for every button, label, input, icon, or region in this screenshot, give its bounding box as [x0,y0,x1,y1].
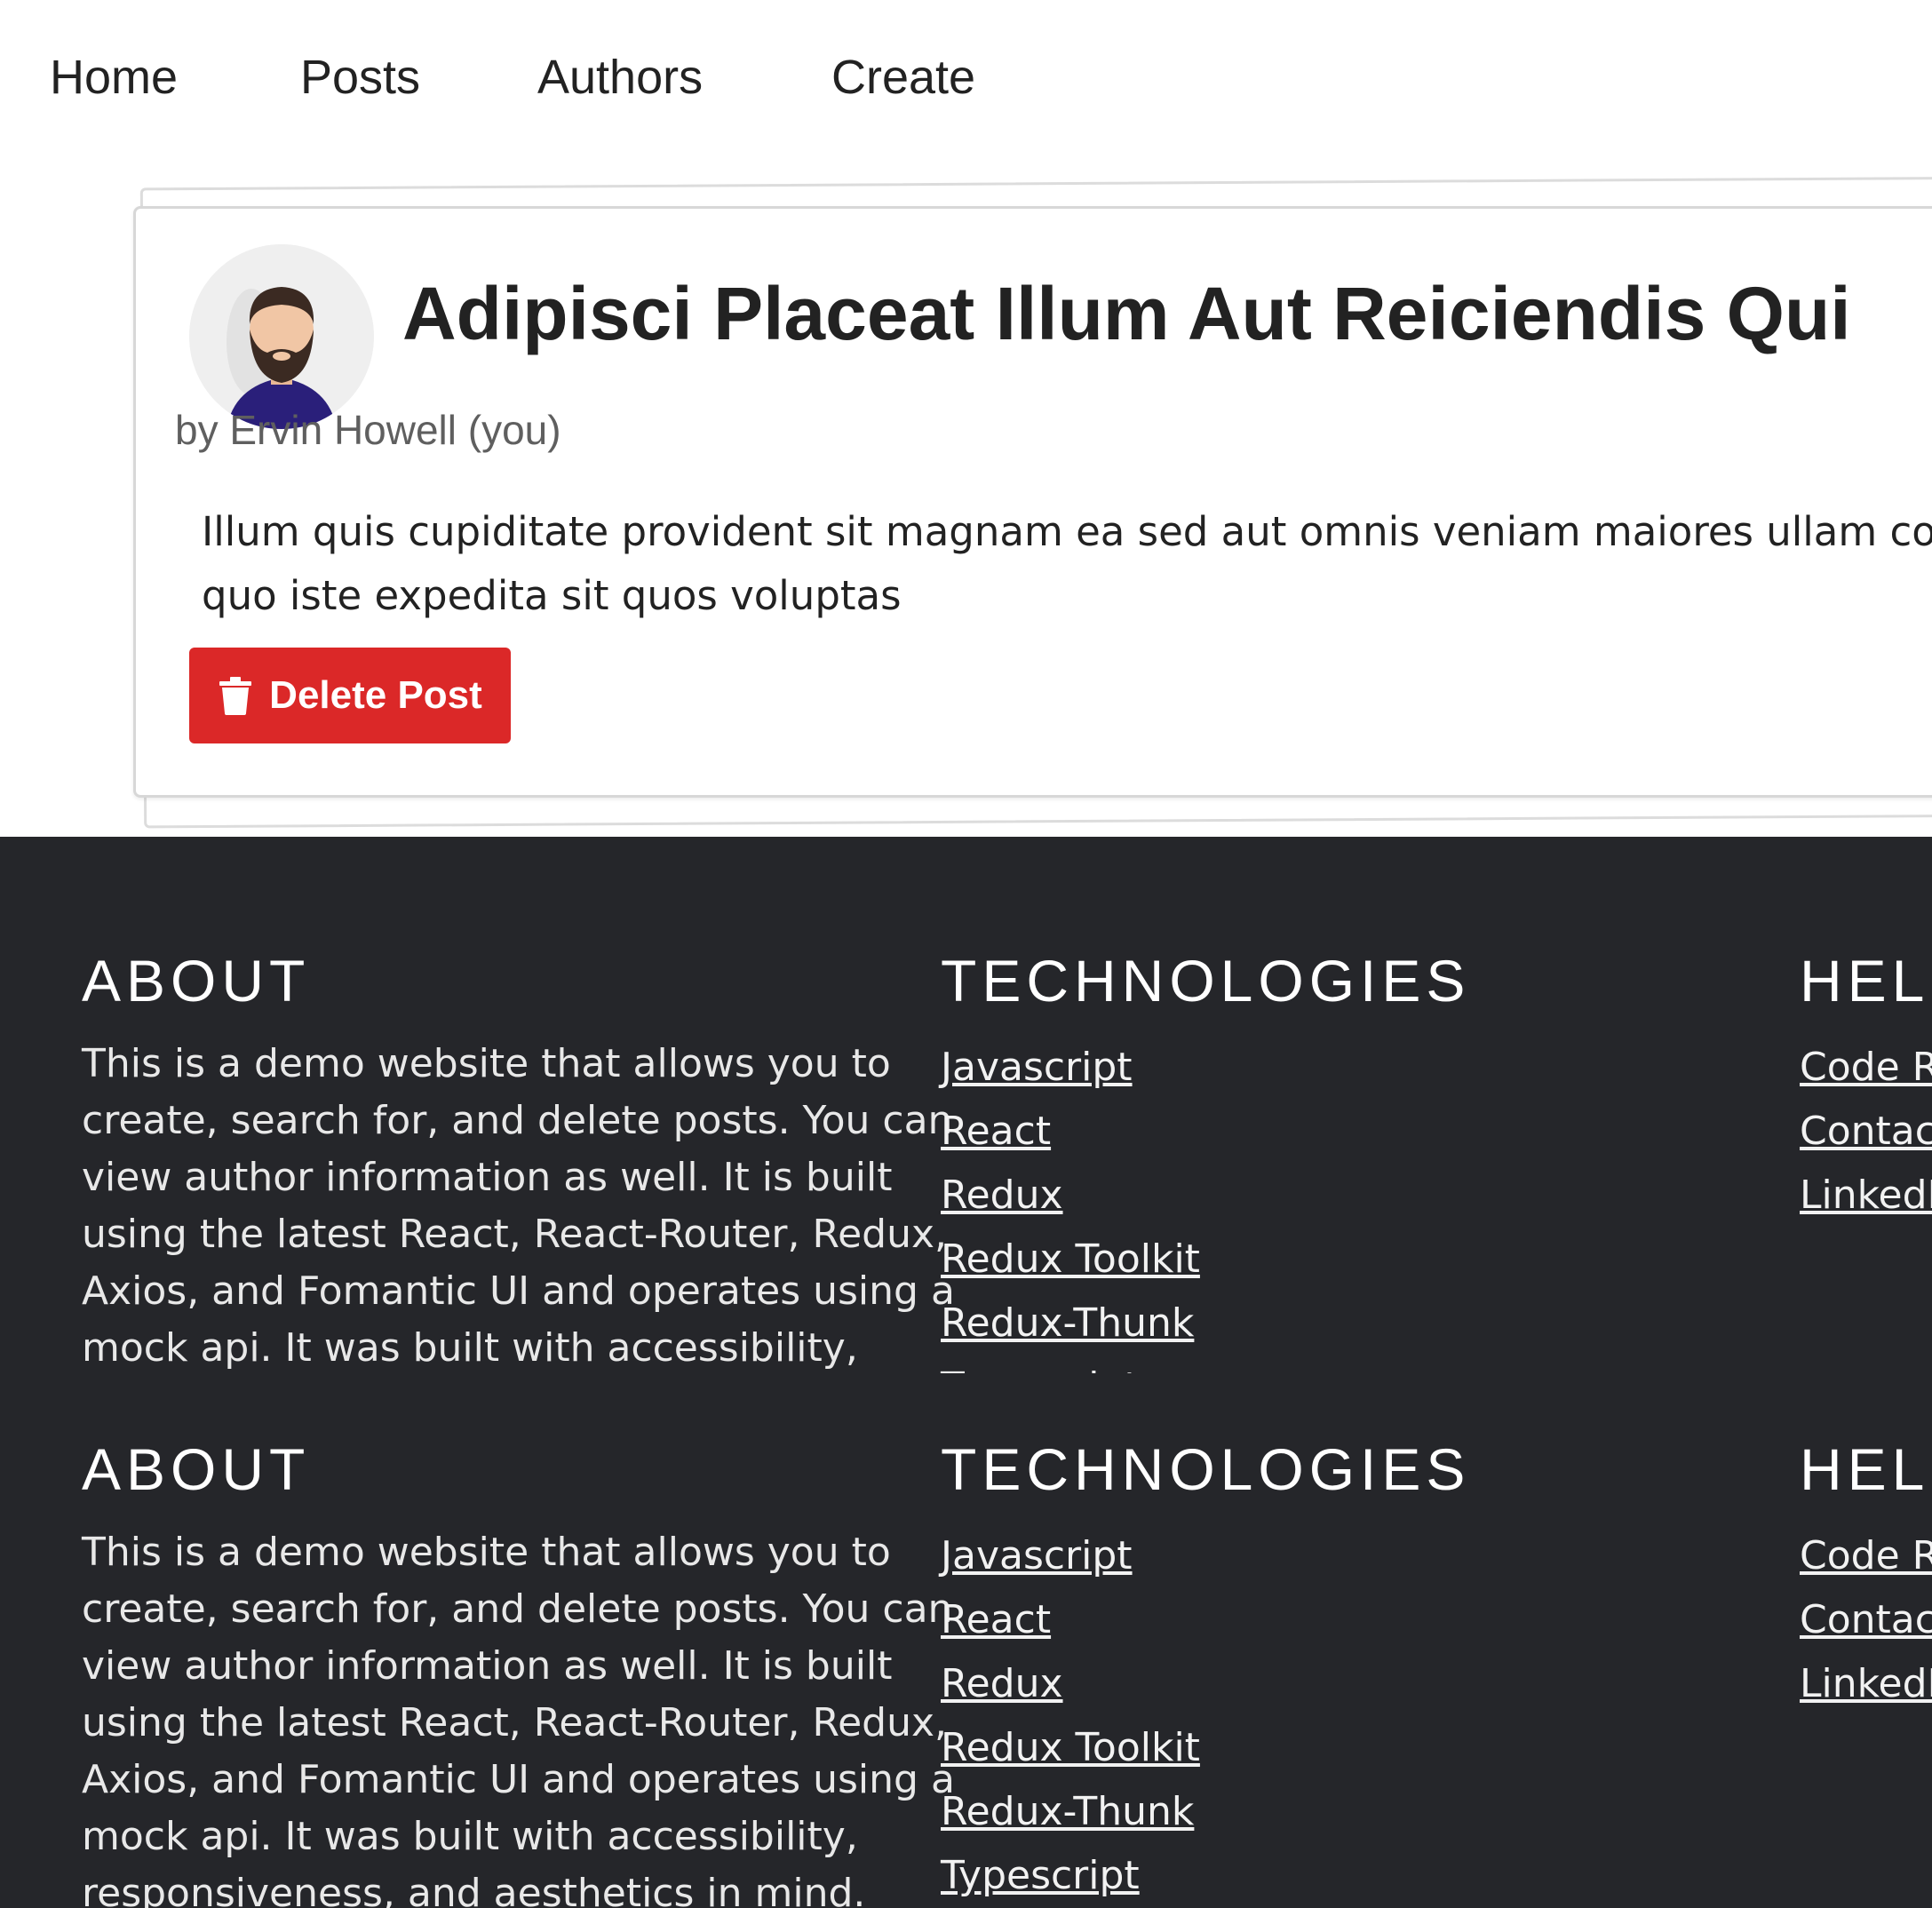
about-line: create, search for, and delete posts. Yo… [82,1098,953,1143]
help-link-contact[interactable]: Contact [1800,1100,1932,1164]
trash-icon [219,677,252,715]
footer-about-heading: ABOUT [82,1436,311,1502]
footer-about-heading: ABOUT [82,948,311,1014]
tech-link-redux[interactable]: Redux [941,1652,1651,1716]
about-line: create, search for, and delete posts. Yo… [82,1586,953,1632]
tech-link-redux-thunk[interactable]: Redux-Thunk [941,1780,1651,1844]
footer-about-text: This is a demo website that allows you t… [82,1524,955,1908]
footer-help-heading: HELP [1800,1436,1932,1502]
top-nav: Home Posts Authors Create [0,0,1932,151]
about-line: mock api. It was built with accessibilit… [82,1814,858,1859]
tech-link-javascript[interactable]: Javascript [941,1036,1651,1100]
tech-link-redux-toolkit[interactable]: Redux Toolkit [941,1228,1651,1292]
help-link-linkedin[interactable]: LinkedIn [1800,1652,1932,1716]
bearded-man-icon [189,244,374,429]
footer: ABOUT This is a demo website that allows… [0,837,1932,1908]
tech-link-react[interactable]: React [941,1100,1651,1164]
footer-about-text: This is a demo website that allows you t… [82,1036,955,1373]
nav-home[interactable]: Home [50,50,178,105]
post-body-line: Illum quis cupiditate provident sit magn… [202,508,1932,555]
about-line: This is a demo website that allows you t… [82,1041,891,1086]
about-line: using the latest React, React-Router, Re… [82,1700,947,1745]
tech-link-typescript[interactable]: Typescript [941,1355,1651,1373]
about-line: responsiveness, and aesthetics in mind. [82,1871,866,1908]
help-link-code-repo[interactable]: Code Re [1800,1036,1932,1100]
about-line: Axios, and Fomantic UI and operates usin… [82,1268,955,1314]
tech-link-redux[interactable]: Redux [941,1164,1651,1228]
footer-about: ABOUT This is a demo website that allows… [82,945,955,1373]
footer-help-heading: HELP [1800,948,1932,1014]
help-link-linkedin[interactable]: LinkedIn [1800,1164,1932,1228]
post-card: Adipisci Placeat Illum Aut Reiciendis Qu… [133,206,1932,798]
footer-section: ABOUT This is a demo website that allows… [0,1434,1932,1908]
help-link-contact[interactable]: Contact [1800,1588,1932,1652]
footer-technologies: TECHNOLOGIES Javascript React Redux Redu… [941,945,1651,1373]
tech-link-react[interactable]: React [941,1588,1651,1652]
footer-about: ABOUT This is a demo website that allows… [82,1434,955,1908]
footer-section: ABOUT This is a demo website that allows… [0,945,1932,1373]
footer-technologies-heading: TECHNOLOGIES [941,948,1471,1014]
nav-authors[interactable]: Authors [537,50,703,105]
about-line: view author information as well. It is b… [82,1643,893,1689]
delete-post-label: Delete Post [269,673,482,717]
footer-help: HELP Code Re Contact LinkedIn [1800,1434,1932,1716]
delete-post-button[interactable]: Delete Post [189,648,511,743]
about-line: This is a demo website that allows you t… [82,1530,891,1575]
help-link-code-repo[interactable]: Code Re [1800,1524,1932,1588]
tech-link-javascript[interactable]: Javascript [941,1524,1651,1588]
post-title: Adipisci Placeat Illum Aut Reiciendis Qu… [402,272,1851,355]
footer-help: HELP Code Re Contact LinkedIn [1800,945,1932,1228]
post-author: by Ervin Howell (you) [175,407,561,453]
footer-technologies: TECHNOLOGIES Javascript React Redux Redu… [941,1434,1651,1908]
about-line: view author information as well. It is b… [82,1155,893,1200]
author-avatar [189,244,374,429]
about-line: using the latest React, React-Router, Re… [82,1212,947,1257]
post-body: Illum quis cupiditate provident sit magn… [202,500,1932,628]
tech-link-typescript[interactable]: Typescript [941,1844,1651,1908]
nav-create[interactable]: Create [831,50,975,105]
about-line: Axios, and Fomantic UI and operates usin… [82,1757,955,1802]
about-line: mock api. It was built with accessibilit… [82,1325,858,1371]
tech-link-redux-thunk[interactable]: Redux-Thunk [941,1292,1651,1355]
post-body-line: quo iste expedita sit quos voluptas [202,572,902,619]
footer-technologies-heading: TECHNOLOGIES [941,1436,1471,1502]
nav-posts[interactable]: Posts [300,50,420,105]
tech-link-redux-toolkit[interactable]: Redux Toolkit [941,1716,1651,1780]
